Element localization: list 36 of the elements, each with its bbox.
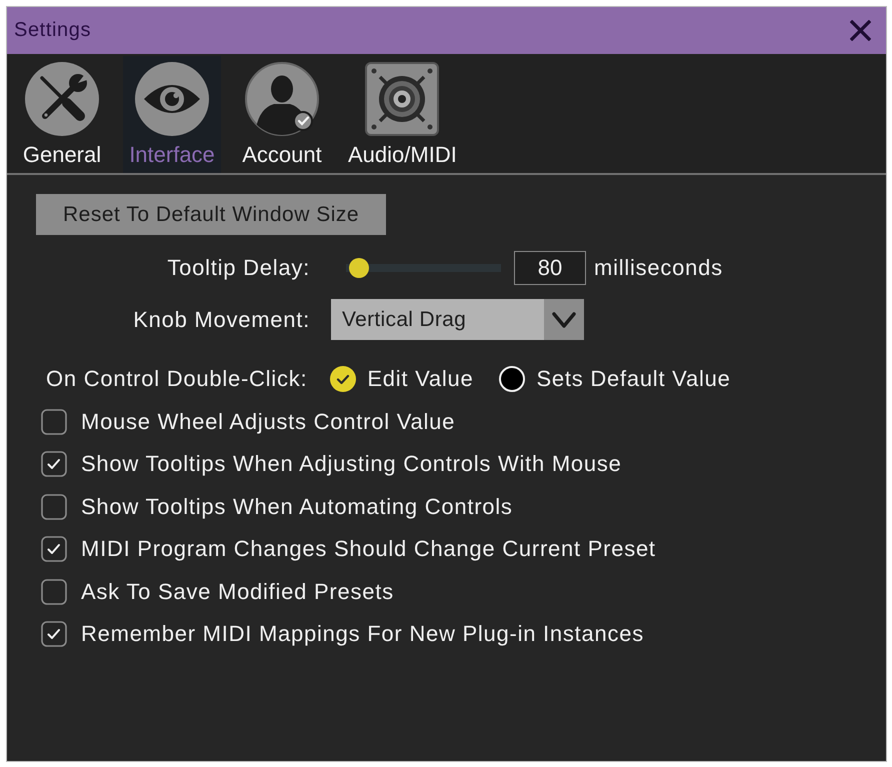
reset-button[interactable]: Reset To Default Window Size [36, 194, 386, 235]
chevron-down-icon [544, 299, 584, 340]
number-field[interactable]: 80 [514, 251, 586, 285]
radio-button[interactable] [330, 366, 356, 392]
person-icon [245, 62, 319, 136]
window-title: Settings [14, 19, 92, 42]
speaker-icon [365, 62, 440, 136]
checkbox[interactable] [41, 451, 67, 478]
eye-icon [135, 62, 209, 136]
radio-label: Edit Value [367, 366, 474, 392]
slider-thumb[interactable] [348, 258, 369, 278]
tab[interactable]: Audio/MIDI [343, 56, 462, 173]
dropdown[interactable]: Vertical Drag [331, 299, 584, 340]
close-icon [850, 20, 871, 41]
radio-button[interactable] [499, 366, 526, 392]
close-button[interactable] [850, 20, 871, 41]
checkbox[interactable] [41, 409, 67, 435]
tools-icon [25, 62, 99, 136]
field-label: Knob Movement: [133, 306, 310, 332]
radio-label: Sets Default Value [536, 366, 731, 392]
tab[interactable]: General [13, 56, 111, 173]
unit-label: milliseconds [594, 255, 723, 281]
checkbox-label: MIDI Program Changes Should Change Current Preset [81, 536, 656, 562]
checkbox[interactable] [41, 536, 67, 562]
checkbox-label: Remember MIDI Mappings For New Plug-in Instances [81, 620, 644, 647]
checkbox-label: Mouse Wheel Adjusts Control Value [81, 409, 456, 435]
tab[interactable]: Interface [123, 56, 221, 173]
field-label: On Control Double-Click: [46, 366, 308, 392]
checkbox-label: Ask To Save Modified Presets [81, 578, 394, 605]
field-label: Tooltip Delay: [167, 255, 310, 281]
checkbox-label: Show Tooltips When Adjusting Controls With Mouse [81, 451, 622, 478]
tab[interactable]: Account [233, 56, 331, 173]
checkbox[interactable] [41, 494, 67, 520]
checkbox-label: Show Tooltips When Automating Controls [81, 494, 513, 520]
checkbox[interactable] [41, 620, 67, 647]
checkbox[interactable] [41, 578, 67, 605]
